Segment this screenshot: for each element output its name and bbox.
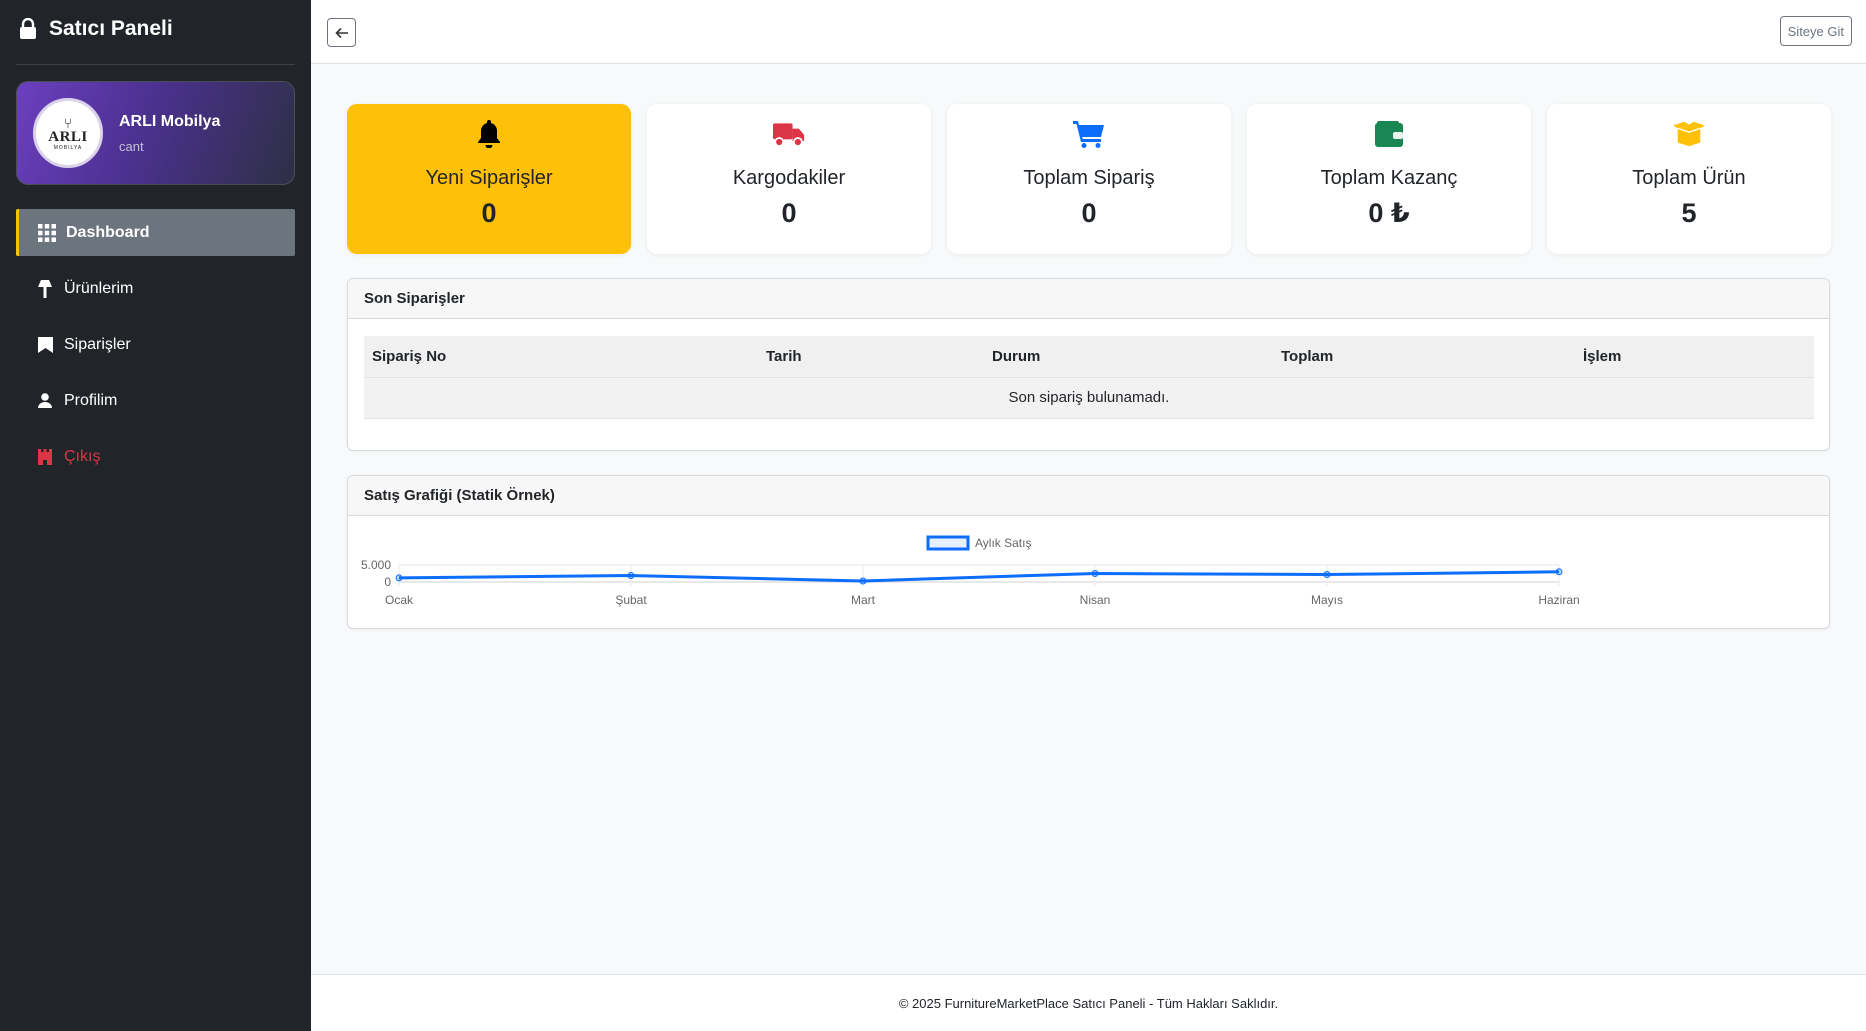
lamp-icon (36, 279, 54, 298)
wallet-icon (1373, 118, 1405, 150)
data-point (395, 574, 403, 582)
stat-title: Yeni Siparişler (425, 167, 553, 189)
col-status: Durum (984, 336, 1273, 378)
profile-card: ⑂ ARLI MOBILYA ARLI Mobilya cant (16, 81, 295, 185)
truck-icon (773, 118, 805, 150)
chair-logo-icon: ⑂ (63, 114, 73, 131)
stat-title: Toplam Kazanç (1320, 167, 1458, 189)
logout-label: Çıkış (64, 447, 101, 465)
avatar: ⑂ ARLI MOBILYA (33, 98, 103, 168)
profile-sub: cant (119, 138, 144, 154)
grid-icon (38, 223, 56, 242)
stat-cards: Yeni Siparişler 0 Kargodakiler 0 Toplam … (347, 104, 1831, 254)
sidebar-item-products[interactable]: Ürünlerim (16, 265, 295, 312)
shop-icon (36, 336, 54, 354)
sidebar-item-orders[interactable]: Siparişler (16, 321, 295, 368)
x-tick-label: Nisan (1080, 593, 1111, 607)
data-point (1555, 568, 1563, 576)
col-date: Tarih (758, 336, 984, 378)
bell-icon (473, 118, 505, 150)
castle-icon (36, 448, 54, 466)
sidebar-item-label: Dashboard (66, 223, 150, 241)
logo-sub: MOBILYA (53, 144, 83, 151)
cart-icon (1073, 118, 1105, 150)
col-order-no: Sipariş No (364, 336, 758, 378)
x-tick-label: Şubat (615, 593, 647, 607)
table-header-row: Sipariş No Tarih Durum Toplam İşlem (364, 336, 1814, 378)
col-total: Toplam (1273, 336, 1575, 378)
y-tick-label: 0 (384, 575, 391, 589)
brand[interactable]: Satıcı Paneli (19, 14, 173, 44)
sidebar: Satıcı Paneli ⑂ ARLI MOBILYA ARLI Mobily… (0, 0, 311, 1031)
recent-orders-panel: Son Siparişler Sipariş No Tarih Durum To… (347, 278, 1830, 451)
sidebar-item-profile[interactable]: Profilim (16, 377, 295, 424)
lock-icon (20, 18, 36, 39)
data-point (1323, 571, 1331, 579)
x-tick-label: Mart (851, 593, 876, 607)
box-icon (1673, 118, 1705, 150)
y-tick-label: 5.000 (361, 558, 391, 572)
profile-name: ARLI Mobilya (119, 112, 221, 130)
stat-card-total-products[interactable]: Toplam Ürün 5 (1547, 104, 1831, 254)
sidebar-item-label: Profilim (64, 391, 118, 409)
sidebar-nav: Dashboard Ürünlerim Siparişler Profilim … (16, 209, 295, 489)
series-line (398, 570, 1560, 583)
footer: © 2025 FurnitureMarketPlace Satıcı Panel… (311, 974, 1866, 1031)
sidebar-item-label: Siparişler (64, 335, 131, 353)
stat-value: 5 (1681, 198, 1697, 228)
stat-title: Kargodakiler (732, 167, 846, 189)
brand-title: Satıcı Paneli (49, 17, 173, 40)
sales-chart-panel: Satış Grafiği (Statik Örnek) Aylık Satış… (347, 475, 1830, 629)
stat-card-total-orders[interactable]: Toplam Sipariş 0 (947, 104, 1231, 254)
data-point (1091, 570, 1099, 577)
orders-table: Sipariş No Tarih Durum Toplam İşlem Son … (364, 336, 1814, 419)
go-to-site-button[interactable]: Siteye Git (1779, 16, 1852, 46)
divider (16, 64, 295, 65)
stat-value: 0 (781, 198, 797, 228)
stat-title: Toplam Sipariş (1023, 167, 1155, 189)
empty-message: Son sipariş bulunamadı. (364, 377, 1814, 419)
panel-title: Son Siparişler (348, 279, 1829, 319)
data-point (859, 577, 867, 585)
data-point (627, 572, 635, 580)
arrow-left-icon (334, 27, 348, 38)
sidebar-item-label: Ürünlerim (64, 279, 134, 297)
x-tick-label: Haziran (1538, 593, 1579, 607)
stat-title: Toplam Ürün (1632, 167, 1746, 189)
panel-title: Satış Grafiği (Statik Örnek) (348, 476, 1829, 516)
stat-card-new-orders[interactable]: Yeni Siparişler 0 (347, 104, 631, 254)
x-tick-label: Mayıs (1311, 593, 1343, 607)
stat-value: 0 (1081, 198, 1097, 228)
x-tick-label: Ocak (385, 593, 414, 607)
logo-word: ARLI (48, 128, 88, 145)
stat-card-total-earnings[interactable]: Toplam Kazanç 0 ₺ (1247, 104, 1531, 254)
table-row: Son sipariş bulunamadı. (364, 377, 1814, 419)
sidebar-item-logout[interactable]: Çıkış (16, 433, 295, 480)
sidebar-item-dashboard[interactable]: Dashboard (16, 209, 295, 256)
sales-chart: Aylık Satış 5.000 0 Ocak Şubat Mart Nisan Mayıs… (361, 535, 1580, 607)
legend-label: Aylık Satış (975, 536, 1031, 550)
topbar: Siteye Git (311, 0, 1866, 64)
col-action: İşlem (1575, 336, 1814, 378)
stat-value: 0 ₺ (1368, 198, 1410, 228)
back-button[interactable] (327, 18, 356, 47)
person-icon (36, 392, 54, 410)
stat-value: 0 (481, 198, 497, 228)
stat-card-shipping[interactable]: Kargodakiler 0 (647, 104, 931, 254)
legend-swatch (926, 535, 970, 551)
